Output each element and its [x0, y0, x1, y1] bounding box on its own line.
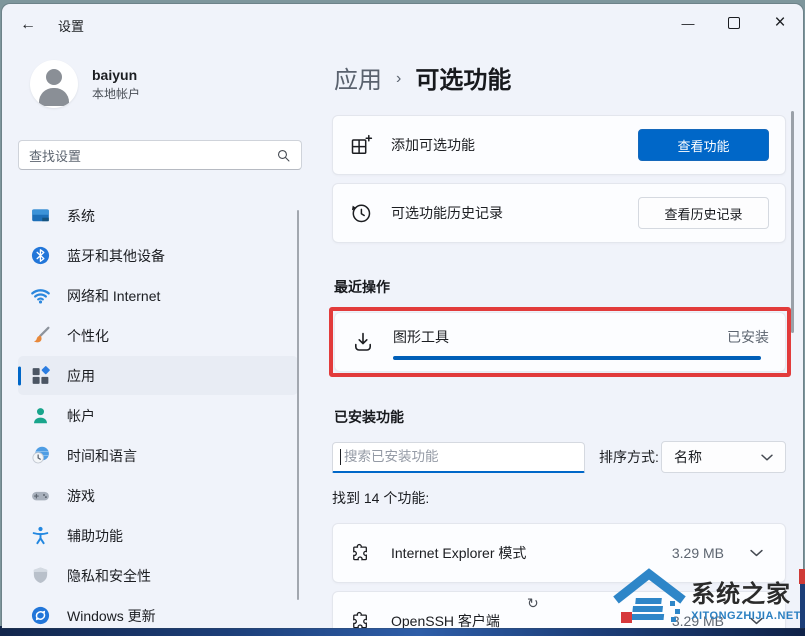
apps-icon: [32, 366, 50, 384]
sidebar-item-label: 游戏: [67, 487, 95, 504]
accessibility-icon: [32, 526, 49, 545]
recent-item-name: 图形工具: [393, 328, 449, 345]
watermark-subtitle: XITONGZHIJIA.NET: [691, 610, 801, 622]
sidebar-item-time-language[interactable]: 时间和语言: [18, 436, 298, 475]
sort-dropdown-value: 名称: [674, 449, 702, 465]
xitongzhijia-logo-icon: [613, 568, 686, 623]
desktop-edge-navy-fragment: [800, 584, 805, 628]
add-optional-feature-card: 添加可选功能 查看功能: [332, 115, 786, 175]
bluetooth-icon: [31, 246, 50, 265]
sync-icon: [31, 606, 50, 625]
shield-icon: [33, 567, 48, 584]
watermark-title: 系统之家: [691, 581, 792, 608]
user-card[interactable]: baiyun 本地帐户: [30, 60, 318, 108]
minimize-button[interactable]: —: [665, 4, 711, 42]
main-content: 应用 › 可选功能 添加可选功能 查看功能 可选功能历史记录 查看历史记录 最近…: [318, 46, 803, 628]
clock-globe-icon: [32, 446, 49, 464]
display-icon: [32, 209, 49, 222]
paintbrush-icon: [34, 326, 50, 343]
view-history-button[interactable]: 查看历史记录: [638, 197, 769, 229]
sidebar: baiyun 本地帐户 查找设置 系统 蓝牙和其他设备 网络和 Internet…: [2, 46, 318, 628]
feature-history-label: 可选功能历史记录: [391, 205, 503, 221]
sidebar-item-bluetooth[interactable]: 蓝牙和其他设备: [18, 236, 298, 275]
desktop-edge-red-fragment: [799, 569, 805, 584]
sidebar-item-accessibility[interactable]: 辅助功能: [18, 516, 298, 555]
add-feature-icon: [351, 134, 373, 154]
sidebar-item-label: 辅助功能: [67, 527, 123, 544]
titlebar: ← 设置 — ×: [2, 4, 803, 46]
sidebar-item-label: 蓝牙和其他设备: [67, 247, 165, 264]
main-scrollbar[interactable]: [791, 111, 794, 333]
sidebar-item-label: 时间和语言: [67, 447, 137, 464]
breadcrumb-parent[interactable]: 应用: [334, 60, 382, 95]
chevron-down-icon[interactable]: [750, 549, 763, 557]
sidebar-item-privacy[interactable]: 隐私和安全性: [18, 556, 298, 595]
page-title: 可选功能: [415, 67, 512, 94]
close-icon: ×: [774, 12, 786, 33]
back-arrow-icon: ←: [20, 16, 36, 33]
history-icon: [351, 204, 371, 223]
breadcrumb-separator-icon: ›: [396, 70, 402, 87]
search-icon: [277, 149, 290, 161]
sidebar-scrollbar[interactable]: [297, 210, 299, 600]
settings-window: ← 设置 — × baiyun 本地帐户 查找设置 系统 蓝牙和其他设备 网络和…: [2, 4, 803, 628]
sidebar-item-personalization[interactable]: 个性化: [18, 316, 298, 355]
sidebar-nav: 系统 蓝牙和其他设备 网络和 Internet 个性化 应用 帐户 时间和语言 …: [2, 196, 318, 628]
installed-controls-row: 排序方式: 名称: [332, 441, 786, 473]
sidebar-item-label: 应用: [67, 367, 95, 384]
sidebar-item-apps[interactable]: 应用: [18, 356, 298, 395]
settings-search-input[interactable]: 查找设置: [18, 140, 302, 170]
person-icon: [34, 408, 47, 424]
sort-dropdown[interactable]: 名称: [661, 441, 786, 473]
download-icon: [355, 332, 371, 351]
sidebar-item-label: 系统: [67, 207, 95, 224]
wifi-icon: [31, 289, 50, 304]
installed-search-input[interactable]: [333, 442, 584, 471]
recent-actions-heading: 最近操作: [334, 279, 390, 295]
minimize-icon: —: [681, 15, 695, 31]
view-features-button[interactable]: 查看功能: [638, 129, 769, 161]
sidebar-item-label: 帐户: [67, 407, 95, 424]
recent-item-card[interactable]: 图形工具 已安装: [334, 312, 786, 372]
sort-by-label: 排序方式:: [599, 449, 659, 465]
sidebar-item-windows-update[interactable]: Windows 更新: [18, 596, 298, 628]
settings-search-placeholder: 查找设置: [29, 148, 82, 164]
maximize-icon: [728, 17, 740, 29]
maximize-button[interactable]: [711, 4, 757, 42]
puzzle-icon: [353, 611, 367, 628]
feature-size: 3.29 MB: [671, 545, 724, 561]
recent-item-status: 已安装: [727, 328, 769, 345]
installed-search-box: [332, 441, 585, 473]
watermark: 系统之家 XITONGZHIJIA.NET: [613, 568, 801, 628]
installed-features-heading: 已安装功能: [334, 409, 404, 425]
add-feature-label: 添加可选功能: [391, 137, 475, 153]
sidebar-item-accounts[interactable]: 帐户: [18, 396, 298, 435]
gamepad-icon: [32, 491, 49, 501]
sidebar-item-system[interactable]: 系统: [18, 196, 298, 235]
install-progress-bar: [393, 355, 762, 360]
sidebar-item-gaming[interactable]: 游戏: [18, 476, 298, 515]
user-name: baiyun: [92, 67, 138, 84]
close-button[interactable]: ×: [757, 4, 803, 42]
text-caret: [340, 448, 341, 465]
busy-cursor-icon: ↻: [527, 596, 539, 612]
sidebar-item-label: 网络和 Internet: [67, 287, 161, 304]
sidebar-item-label: 隐私和安全性: [67, 567, 151, 584]
feature-count-text: 找到 14 个功能:: [332, 490, 430, 506]
breadcrumb: 应用 › 可选功能: [334, 60, 786, 95]
back-button[interactable]: ←: [12, 10, 44, 40]
avatar: [30, 60, 78, 108]
feature-name: OpenSSH 客户端: [391, 613, 500, 628]
user-account-type: 本地帐户: [92, 86, 141, 101]
window-controls: — ×: [665, 4, 803, 42]
sidebar-item-label: 个性化: [67, 327, 109, 344]
feature-name: Internet Explorer 模式: [391, 545, 527, 561]
chevron-down-icon: [761, 454, 773, 460]
recent-item-highlight-box: 图形工具 已安装: [329, 307, 791, 377]
feature-history-card: 可选功能历史记录 查看历史记录: [332, 183, 786, 243]
window-title: 设置: [58, 18, 85, 34]
puzzle-icon: [353, 543, 367, 561]
sidebar-item-label: Windows 更新: [67, 607, 156, 624]
sidebar-item-network[interactable]: 网络和 Internet: [18, 276, 298, 315]
